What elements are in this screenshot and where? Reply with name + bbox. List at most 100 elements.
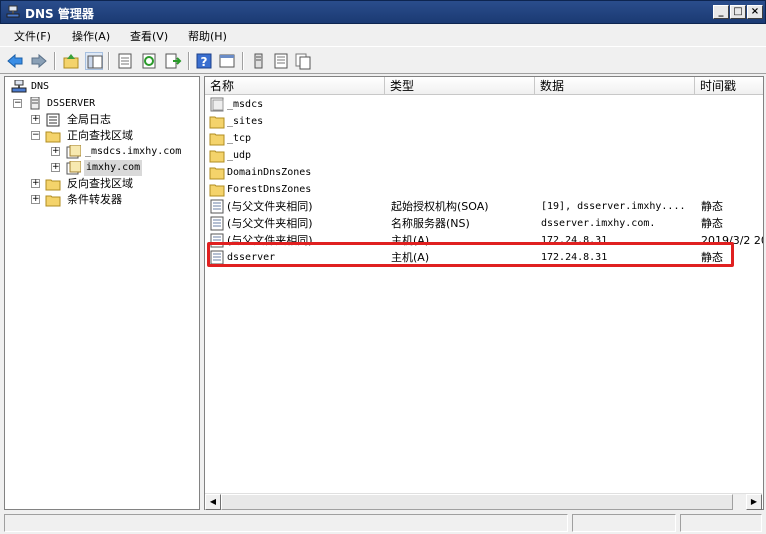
scroll-right-button[interactable]: ▶ xyxy=(746,494,762,510)
dns-app-icon xyxy=(6,5,20,19)
back-arrow-icon[interactable] xyxy=(6,52,24,70)
server-icon[interactable] xyxy=(250,52,268,70)
table-row[interactable]: _udp xyxy=(205,147,763,164)
column-header-type[interactable]: 类型 xyxy=(385,77,535,95)
tree-node-msdcs-zone[interactable]: + _msdcs.imxhy.com xyxy=(51,144,196,160)
zone-icon xyxy=(65,144,82,159)
table-row[interactable]: DomainDnsZones xyxy=(205,164,763,181)
table-row[interactable]: (与父文件夹相同) 起始授权机构(SOA) [19], dsserver.imxhy… xyxy=(205,198,763,215)
toolbar-separator xyxy=(54,52,56,70)
refresh-icon[interactable] xyxy=(140,52,158,70)
tree-label: 全局日志 xyxy=(67,113,111,126)
record-icon xyxy=(209,199,225,214)
collapse-toggle[interactable]: − xyxy=(13,99,22,108)
tree-node-imxhy-zone[interactable]: + imxhy.com xyxy=(51,160,196,176)
cell-name: (与父文件夹相同) xyxy=(227,217,313,230)
expand-toggle[interactable]: + xyxy=(51,163,60,172)
expand-toggle[interactable]: + xyxy=(51,147,60,156)
record-list-icon[interactable] xyxy=(272,52,290,70)
menu-view[interactable]: 查看(V) xyxy=(130,28,168,44)
toolbar-separator xyxy=(108,52,110,70)
forward-arrow-icon[interactable] xyxy=(30,52,48,70)
cell-name: (与父文件夹相同) xyxy=(227,200,313,213)
tree-node-conditional-forwarders[interactable]: + 条件转发器 xyxy=(31,192,191,208)
tree-node-forward-zones[interactable]: − 正向查找区域 xyxy=(31,128,191,144)
menu-help[interactable]: 帮助(H) xyxy=(188,28,227,44)
scroll-thumb[interactable] xyxy=(221,494,733,510)
cell-name: _msdcs xyxy=(227,99,264,110)
collapse-toggle[interactable]: − xyxy=(31,131,40,140)
properties-icon[interactable] xyxy=(116,52,134,70)
folder-icon xyxy=(209,182,225,197)
records-list: 名称 类型 数据 时间戳 _msdcs _sites _tcp _udp DomainD… xyxy=(204,76,764,510)
folder-icon xyxy=(209,165,225,180)
cell-data: [19], dsserver.imxhy.... xyxy=(541,201,686,212)
cell-name: ForestDnsZones xyxy=(227,184,312,195)
server-icon xyxy=(27,96,43,111)
status-panel-right xyxy=(680,514,762,532)
table-row[interactable]: _msdcs xyxy=(205,96,763,113)
table-row[interactable]: _sites xyxy=(205,113,763,130)
help-icon[interactable]: ? xyxy=(195,52,213,70)
expand-toggle[interactable]: + xyxy=(31,179,40,188)
table-row[interactable]: _tcp xyxy=(205,130,763,147)
export-list-icon[interactable] xyxy=(164,52,182,70)
copy-records-icon[interactable] xyxy=(294,52,312,70)
tree-label: 正向查找区域 xyxy=(67,129,133,142)
toolbar-separator xyxy=(188,52,190,70)
cell-name: _sites xyxy=(227,116,264,127)
toolbar-separator xyxy=(242,52,244,70)
dns-icon xyxy=(11,79,27,94)
folder-icon xyxy=(209,148,225,163)
table-row[interactable]: (与父文件夹相同) 名称服务器(NS) dsserver.imxhy.com. 静态 xyxy=(205,215,763,232)
console-tree: DNS − DSSERVER + 全局日志 − 正向查找区域 + _msdcs.… xyxy=(4,76,200,510)
cell-type: 起始授权机构(SOA) xyxy=(391,200,489,213)
folder-icon xyxy=(209,97,225,112)
console-icon[interactable] xyxy=(218,52,236,70)
cell-name: _udp xyxy=(227,150,252,161)
maximize-button[interactable]: □ xyxy=(730,5,746,19)
status-bar xyxy=(0,512,766,534)
expand-toggle[interactable]: + xyxy=(31,195,40,204)
title-bar: DNS 管理器 _ □ × xyxy=(0,0,766,24)
cell-ts: 静态 xyxy=(701,217,723,230)
cell-data: dsserver.imxhy.com. xyxy=(541,218,656,229)
highlight-annotation xyxy=(207,242,734,267)
folder-icon xyxy=(209,131,225,146)
minimize-button[interactable]: _ xyxy=(713,5,729,19)
table-row[interactable]: ForestDnsZones xyxy=(205,181,763,198)
horizontal-scrollbar[interactable]: ◀ ▶ xyxy=(205,493,762,510)
cell-type: 名称服务器(NS) xyxy=(391,217,470,230)
column-header-name[interactable]: 名称 xyxy=(205,77,385,95)
tree-label: 反向查找区域 xyxy=(67,177,133,190)
tree-label: DNS xyxy=(31,81,50,92)
zone-icon xyxy=(65,160,82,175)
folder-icon xyxy=(45,177,61,191)
menu-action[interactable]: 操作(A) xyxy=(72,28,110,44)
window-title: DNS 管理器 xyxy=(25,7,94,21)
column-header-timestamp[interactable]: 时间戳 xyxy=(695,77,763,95)
folder-icon xyxy=(45,129,61,143)
svg-text:?: ? xyxy=(201,55,208,69)
event-log-icon xyxy=(45,113,61,127)
tree-node-dsserver[interactable]: − DSSERVER xyxy=(13,96,133,112)
status-panel-middle xyxy=(572,514,676,532)
cell-name: _tcp xyxy=(227,133,252,144)
show-tree-icon[interactable] xyxy=(85,52,103,70)
column-header-data[interactable]: 数据 xyxy=(535,77,695,95)
tree-node-dns[interactable]: DNS xyxy=(11,79,131,95)
tree-node-global-logs[interactable]: + 全局日志 xyxy=(31,112,181,128)
tree-node-reverse-zones[interactable]: + 反向查找区域 xyxy=(31,176,191,192)
close-button[interactable]: × xyxy=(747,5,763,19)
up-folder-icon[interactable] xyxy=(62,52,80,70)
cell-ts: 静态 xyxy=(701,200,723,213)
folder-icon xyxy=(45,193,61,207)
tree-label: 条件转发器 xyxy=(67,193,122,206)
cell-name: DomainDnsZones xyxy=(227,167,312,178)
tree-label: DSSERVER xyxy=(47,98,96,109)
record-icon xyxy=(209,216,225,231)
menu-file[interactable]: 文件(F) xyxy=(14,28,51,44)
scroll-left-button[interactable]: ◀ xyxy=(205,494,221,510)
folder-icon xyxy=(209,114,225,129)
expand-toggle[interactable]: + xyxy=(31,115,40,124)
